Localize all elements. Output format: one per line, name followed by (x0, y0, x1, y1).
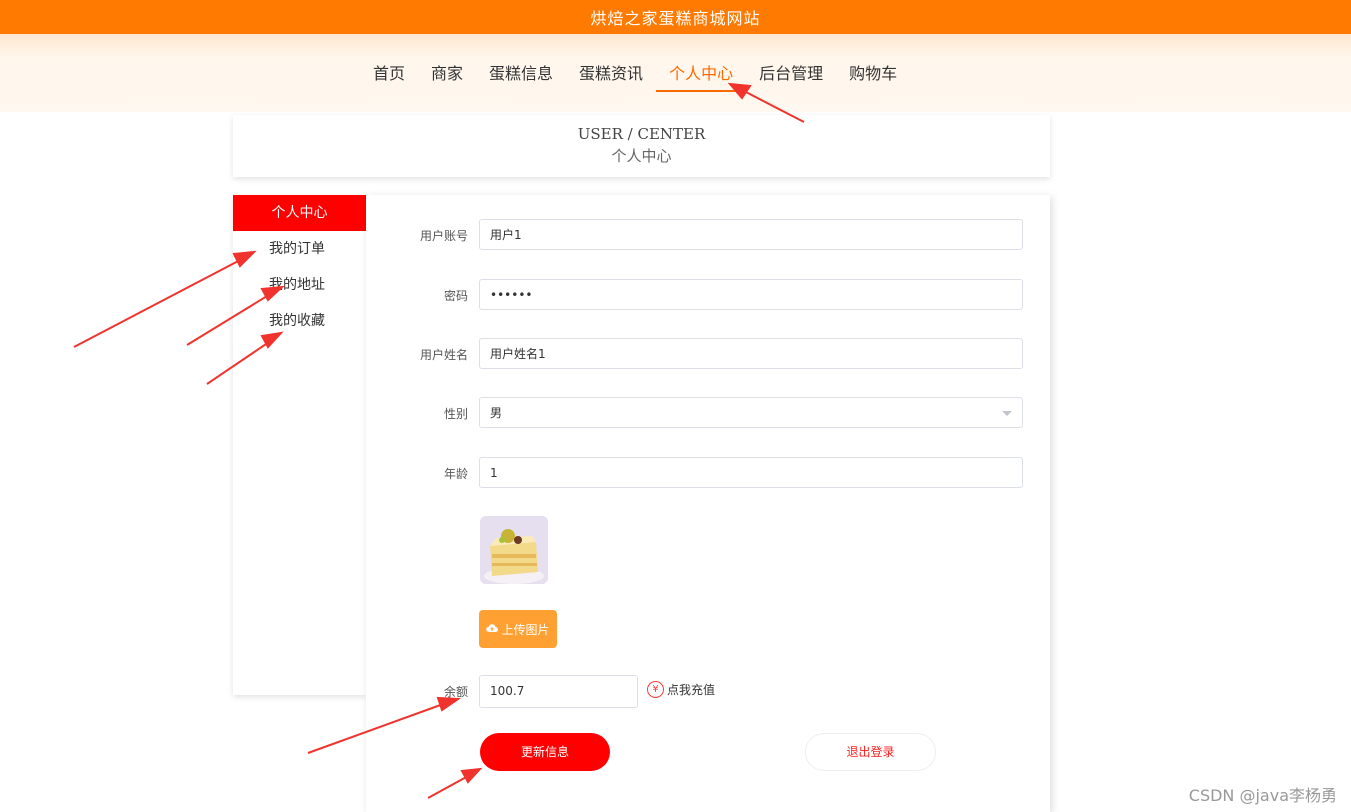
password-row: 密码 •••••• (366, 279, 1050, 313)
upload-image-label: 上传图片 (501, 622, 550, 637)
watermark: CSDN @java李杨勇 (1188, 786, 1337, 805)
avatar-image (480, 516, 548, 584)
sidebar-item-user-center[interactable]: 个人中心 (233, 195, 366, 231)
sidebar-item-address[interactable]: 我的地址 (233, 267, 366, 303)
user-sidebar: 个人中心 我的订单 我的地址 我的收藏 (233, 195, 366, 695)
age-row: 年龄 1 (366, 457, 1050, 491)
balance-label: 余额 (443, 685, 468, 699)
gender-label: 性别 (443, 407, 468, 421)
section-title-cn: 个人中心 (611, 147, 672, 165)
sidebar-item-favorites[interactable]: 我的收藏 (233, 303, 366, 339)
nav-user-center[interactable]: 个人中心 (656, 62, 747, 92)
nav-merchant[interactable]: 商家 (418, 62, 476, 90)
gender-value: 男 (490, 406, 503, 420)
sidebar-item-orders[interactable]: 我的订单 (233, 231, 366, 267)
logout-button[interactable]: 退出登录 (805, 733, 936, 771)
section-header: USER / CENTER 个人中心 (233, 115, 1050, 177)
balance-input[interactable]: 100.7 (479, 675, 638, 708)
password-label: 密码 (443, 289, 468, 303)
account-input[interactable]: 用户1 (479, 219, 1023, 250)
name-input[interactable]: 用户姓名1 (479, 338, 1023, 369)
yen-icon: ¥ (647, 681, 664, 698)
gender-select[interactable]: 男 (479, 397, 1023, 428)
top-banner: 烘焙之家蛋糕商城网站 (0, 0, 1351, 34)
profile-form: 用户账号 用户1 密码 •••••• 用户姓名 用户姓名1 性别 男 年龄 1 (366, 195, 1050, 812)
nav-admin[interactable]: 后台管理 (746, 62, 836, 90)
update-info-button[interactable]: 更新信息 (480, 733, 610, 771)
account-row: 用户账号 用户1 (366, 219, 1050, 253)
nav-home[interactable]: 首页 (360, 62, 418, 90)
password-input[interactable]: •••••• (479, 279, 1023, 310)
name-label: 用户姓名 (419, 348, 468, 362)
account-label: 用户账号 (419, 229, 468, 243)
nav-cake-info[interactable]: 蛋糕信息 (476, 62, 566, 90)
main-nav: 首页 商家 蛋糕信息 蛋糕资讯 个人中心 后台管理 购物车 (360, 62, 910, 92)
recharge-link[interactable]: ¥ 点我充值 (647, 681, 715, 698)
gender-row: 性别 男 (366, 397, 1050, 431)
age-label: 年龄 (443, 467, 468, 481)
site-title: 烘焙之家蛋糕商城网站 (590, 9, 761, 28)
name-row: 用户姓名 用户姓名1 (366, 338, 1050, 372)
cloud-upload-icon (486, 622, 499, 636)
age-input[interactable]: 1 (479, 457, 1023, 488)
recharge-label: 点我充值 (667, 683, 716, 697)
nav-cake-news[interactable]: 蛋糕资讯 (566, 62, 656, 90)
section-title-en: USER / CENTER (577, 125, 706, 143)
upload-image-button[interactable]: 上传图片 (479, 610, 557, 648)
nav-cart[interactable]: 购物车 (836, 62, 910, 90)
